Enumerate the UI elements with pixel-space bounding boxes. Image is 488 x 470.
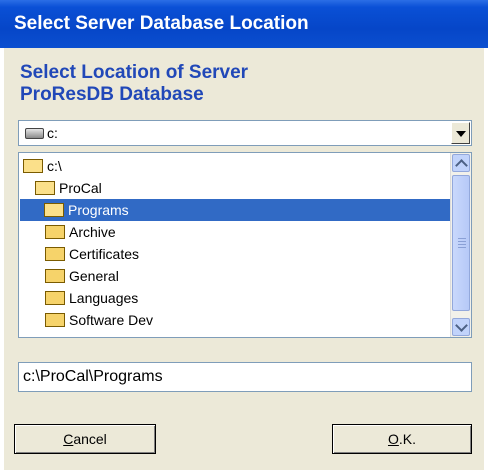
tree-item-programs[interactable]: Programs xyxy=(20,199,451,221)
grip-line xyxy=(458,247,466,248)
tree-item-certificates[interactable]: Certificates xyxy=(21,243,441,265)
tree-item-label: Certificates xyxy=(69,246,140,262)
tree-item-procal[interactable]: ProCal xyxy=(21,177,441,199)
drive-select[interactable]: c: xyxy=(18,120,472,146)
vertical-scrollbar[interactable] xyxy=(450,153,471,337)
folder-open-icon xyxy=(35,181,55,195)
chevron-down-icon xyxy=(456,131,466,137)
tree-item-general[interactable]: General xyxy=(21,265,441,287)
cancel-mnemonic: C xyxy=(63,431,74,447)
scroll-down-button[interactable] xyxy=(452,318,470,336)
drive-icon xyxy=(25,128,44,139)
tree-item-label: Languages xyxy=(69,290,139,306)
scroll-thumb[interactable] xyxy=(452,175,470,311)
tree-item-archive[interactable]: Archive xyxy=(21,221,441,243)
grip-line xyxy=(458,238,466,239)
folder-icon xyxy=(45,269,65,283)
heading-line-2: ProResDB Database xyxy=(20,84,204,105)
folder-icon xyxy=(45,247,65,261)
chevron-down-icon xyxy=(455,319,468,332)
path-field[interactable]: c:\ProCal\Programs xyxy=(18,362,472,392)
folder-icon xyxy=(45,291,65,305)
tree-item-label: General xyxy=(69,268,119,284)
folder-open-icon xyxy=(44,203,64,217)
folder-tree[interactable]: c:\ ProCal Programs Archive Certificates… xyxy=(18,152,472,338)
grip-line xyxy=(458,244,466,245)
ok-label-rest: .K. xyxy=(398,431,416,447)
tree-item-label: Archive xyxy=(69,224,116,240)
tree-item-software-dev[interactable]: Software Dev xyxy=(21,309,441,331)
drive-dropdown-button[interactable] xyxy=(451,122,470,144)
dialog-heading: Select Location of Server ProResDB Datab… xyxy=(20,62,248,106)
tree-item-c-root[interactable]: c:\ xyxy=(21,155,441,177)
cancel-label-rest: ancel xyxy=(73,431,107,447)
ok-mnemonic: O xyxy=(387,431,399,447)
window-title: Select Server Database Location xyxy=(0,0,488,48)
folder-icon xyxy=(45,313,65,327)
tree-item-label: c:\ xyxy=(47,158,62,174)
tree-item-languages[interactable]: Languages xyxy=(21,287,441,309)
heading-line-1: Select Location of Server xyxy=(20,62,249,83)
ok-button[interactable]: O.K. xyxy=(332,424,472,454)
dialog-window: Select Server Database Location Select L… xyxy=(0,0,488,470)
grip-line xyxy=(458,241,466,242)
folder-open-icon xyxy=(23,159,43,173)
drive-select-value: c: xyxy=(47,125,58,141)
chevron-up-icon xyxy=(455,159,468,172)
tree-item-label: Programs xyxy=(68,202,129,218)
tree-item-label: Software Dev xyxy=(69,312,154,328)
folder-icon xyxy=(45,225,65,239)
cancel-button[interactable]: Cancel xyxy=(14,424,156,454)
scroll-up-button[interactable] xyxy=(452,154,470,172)
tree-item-label: ProCal xyxy=(59,180,102,196)
dialog-client: Select Location of Server ProResDB Datab… xyxy=(4,48,484,470)
